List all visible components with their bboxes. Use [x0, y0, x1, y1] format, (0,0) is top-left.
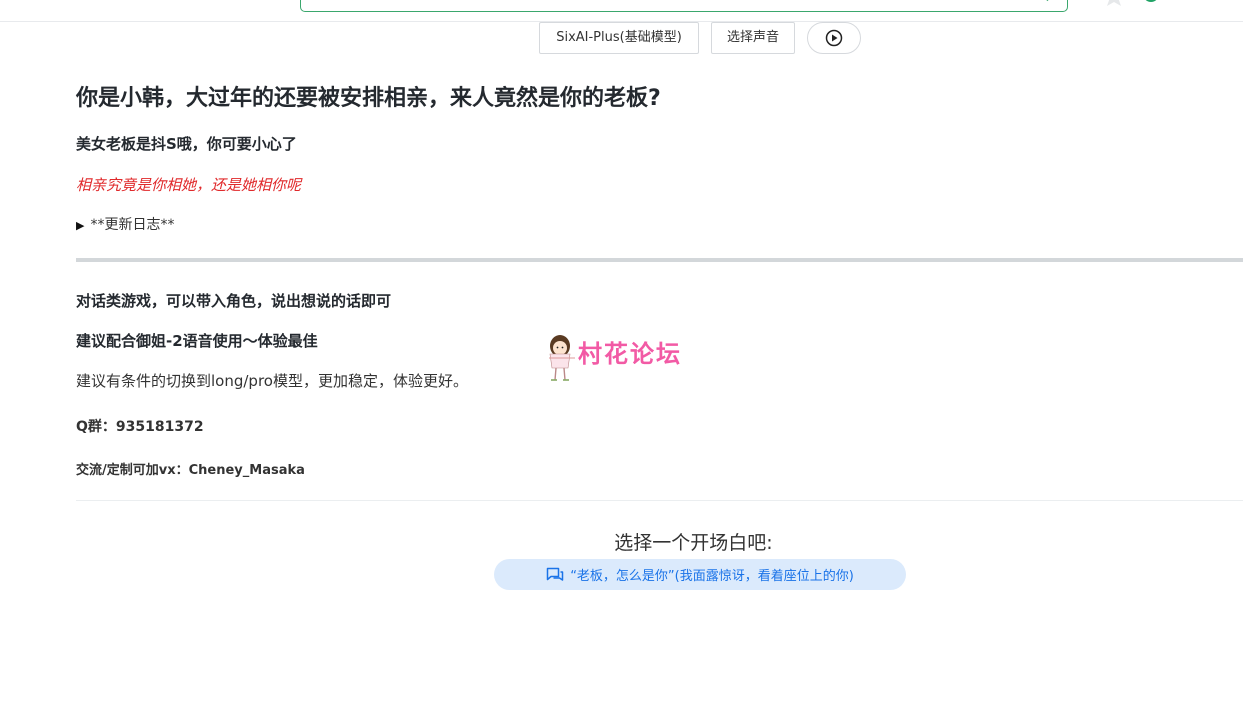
openers-divider: [76, 500, 1243, 501]
star-icon[interactable]: [1103, 0, 1125, 6]
page: SixAI-Plus(基础模型) 选择声音 你是小韩，大过年的还要被安排相亲，来…: [0, 0, 1243, 714]
play-button[interactable]: [807, 22, 861, 54]
bookmark-icon[interactable]: [1141, 0, 1161, 4]
search-icon[interactable]: [1037, 0, 1049, 2]
tagline: 相亲究竟是你相她，还是她相你呢: [76, 176, 302, 194]
voice-select-button[interactable]: 选择声音: [711, 22, 795, 54]
section-divider: [76, 258, 1243, 262]
info-line-2: 建议配合御姐-2语音使用～体验最佳: [76, 332, 318, 350]
info-line-3: 建议有条件的切换到long/pro模型，更加稳定，体验更好。: [76, 372, 468, 390]
subtitle: 美女老板是抖S哦，你可要小心了: [76, 135, 297, 153]
model-select-button[interactable]: SixAI-Plus(基础模型): [539, 22, 699, 54]
watermark-text: 村花论坛: [578, 340, 682, 368]
page-title: 你是小韩，大过年的还要被安排相亲，来人竟然是你的老板?: [76, 86, 661, 111]
changelog-label: **更新日志**: [90, 217, 175, 233]
info-line-1: 对话类游戏，可以带入角色，说出想说的话即可: [76, 292, 392, 310]
search-input[interactable]: [300, 0, 1068, 12]
top-bar: [0, 0, 1243, 22]
changelog-toggle[interactable]: ▶ **更新日志**: [76, 214, 174, 234]
caret-right-icon: ▶: [76, 219, 85, 232]
watermark: 村花论坛: [545, 332, 705, 384]
play-circle-icon: [825, 29, 843, 47]
opener-option[interactable]: “老板，怎么是你”(我面露惊讶，看着座位上的你): [494, 559, 906, 590]
qq-group-text: Q群：935181372: [76, 419, 204, 435]
openers-heading: 选择一个开场白吧:: [614, 532, 773, 554]
girl-mascot-icon: [549, 335, 575, 381]
chat-icon: [546, 567, 564, 581]
contact-text: 交流/定制可加vx：Cheney_Masaka: [76, 463, 305, 478]
opener-option-label: “老板，怎么是你”(我面露惊讶，看着座位上的你): [570, 569, 854, 584]
